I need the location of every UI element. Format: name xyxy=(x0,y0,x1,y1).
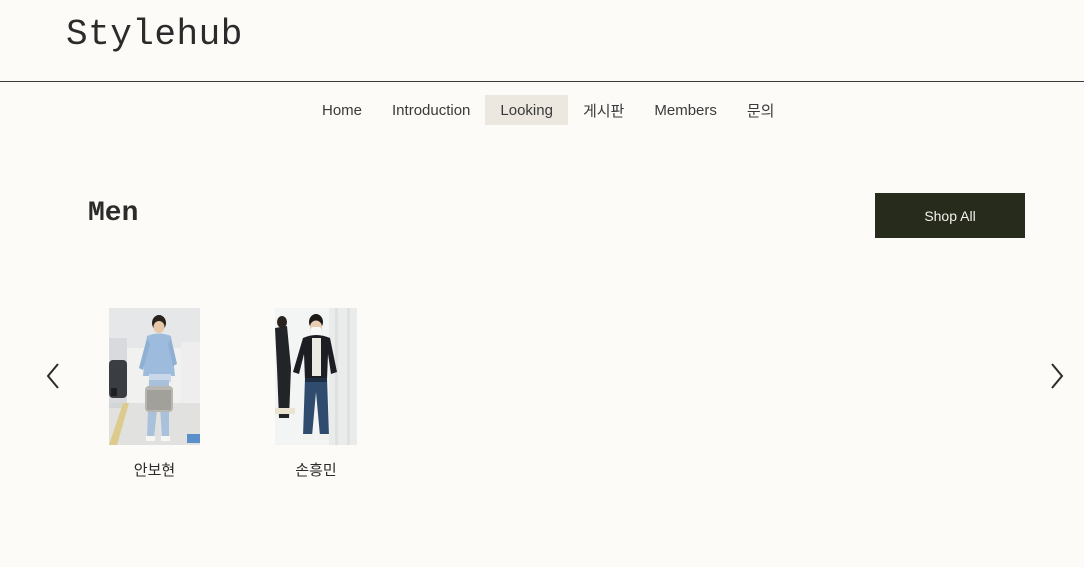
product-name[interactable]: 안보현 xyxy=(109,459,200,480)
nav-item-introduction[interactable]: Introduction xyxy=(377,95,485,125)
nav-item-board[interactable]: 게시판 xyxy=(568,95,639,125)
shop-all-button[interactable]: Shop All xyxy=(875,193,1025,238)
nav-item-members[interactable]: Members xyxy=(639,95,732,125)
product-image[interactable] xyxy=(275,308,357,445)
carousel-next-button[interactable] xyxy=(1046,362,1066,390)
main-nav: Home Introduction Looking 게시판 Members 문의 xyxy=(307,95,789,125)
nav-item-home[interactable]: Home xyxy=(307,95,377,125)
product-image[interactable] xyxy=(109,308,200,445)
chevron-left-icon xyxy=(46,363,59,389)
section-title: Men xyxy=(88,198,139,229)
header-divider xyxy=(0,81,1084,82)
page: Stylehub Home Introduction Looking 게시판 M… xyxy=(0,0,1084,567)
nav-item-contact[interactable]: 문의 xyxy=(732,95,790,125)
product-card[interactable]: 손흥민 xyxy=(275,308,357,479)
product-card[interactable]: 안보현 xyxy=(109,308,200,479)
product-name[interactable]: 손흥민 xyxy=(275,459,357,480)
carousel-prev-button[interactable] xyxy=(44,362,64,390)
site-logo[interactable]: Stylehub xyxy=(66,14,243,55)
chevron-right-icon xyxy=(1051,363,1064,389)
nav-item-looking[interactable]: Looking xyxy=(485,95,568,125)
